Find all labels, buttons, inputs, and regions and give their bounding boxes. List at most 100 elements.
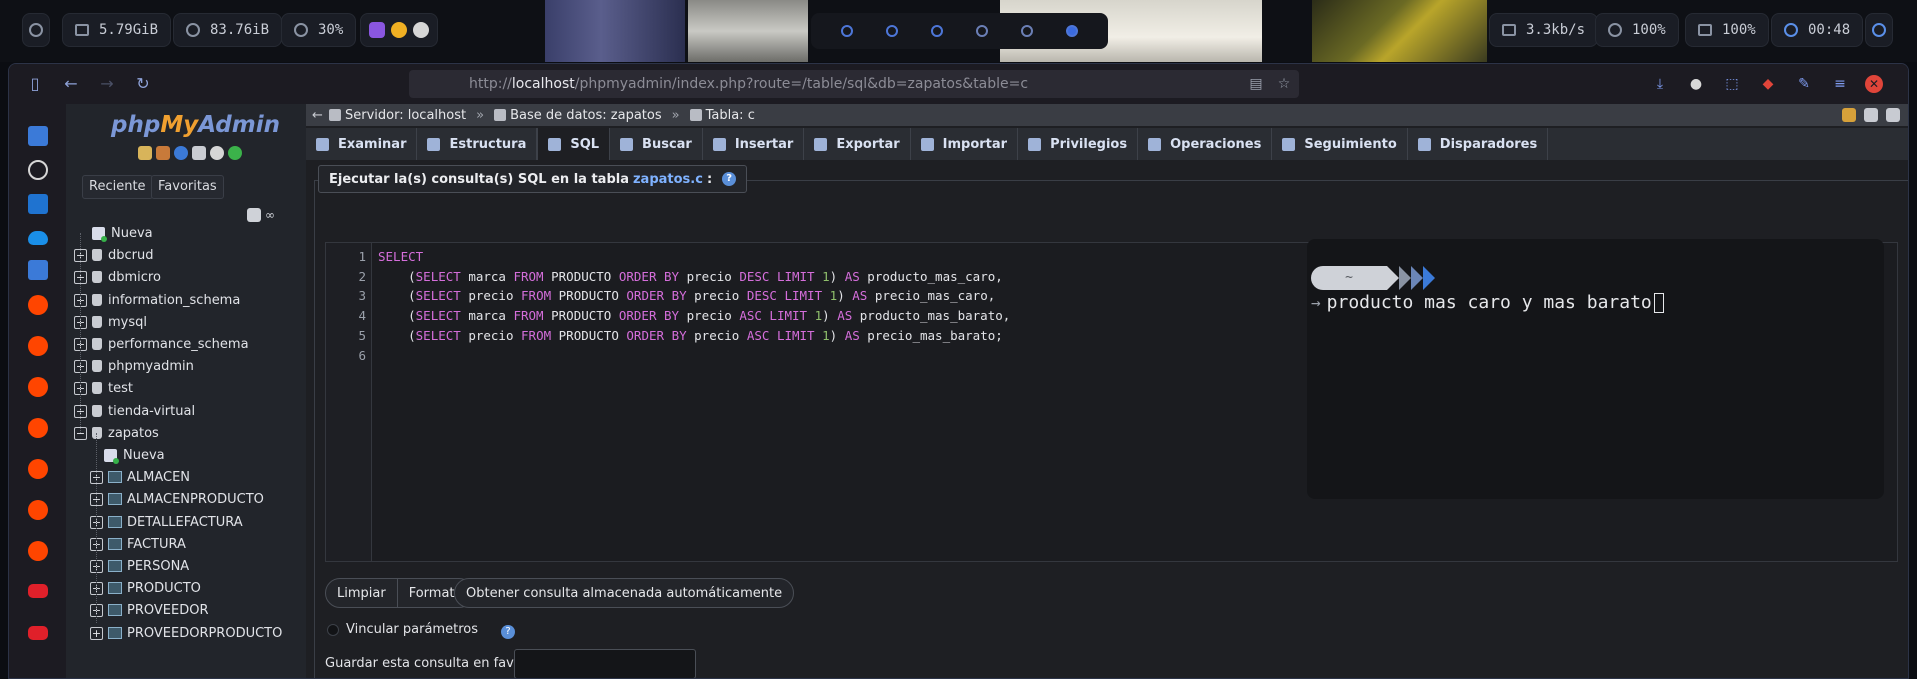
tree-table-item[interactable]: + ALMACEN [90, 467, 190, 487]
clock-widget[interactable]: 00:48 [1771, 13, 1864, 47]
collapse-nav-icon[interactable]: ← [312, 108, 323, 123]
settings-gear-icon[interactable] [1864, 108, 1878, 122]
sql-docs-icon[interactable] [192, 146, 206, 160]
workspace-2[interactable] [886, 25, 899, 37]
url-bar[interactable]: http://localhost/phpmyadmin/index.php?ro… [409, 70, 1299, 98]
extension-icon[interactable]: ● [1687, 75, 1705, 93]
pma-logo[interactable]: phpMyAdmin [111, 112, 280, 138]
bookmark-input[interactable] [514, 649, 696, 678]
terminal-window[interactable]: ~ → producto mas caro y mas barato [1307, 239, 1884, 499]
tab-operaciones[interactable]: Operaciones [1138, 128, 1273, 160]
link-icon[interactable]: ∞ [265, 208, 279, 222]
recent-button[interactable]: Reciente [82, 175, 153, 199]
workspace-5[interactable] [1020, 25, 1033, 37]
breadcrumb-server[interactable]: Servidor: localhost [329, 108, 466, 123]
reddit-icon[interactable] [28, 295, 48, 315]
menu-icon[interactable]: ≡ [1831, 75, 1849, 93]
tree-db-item[interactable]: + phpmyadmin [74, 356, 194, 376]
network-widget[interactable]: 3.3kb/s [1489, 13, 1599, 47]
collapse-icon[interactable] [1886, 108, 1900, 122]
power-button[interactable] [1865, 13, 1893, 47]
tree-table-item[interactable]: + PERSONA [90, 556, 189, 576]
tree-table-item[interactable]: + PROVEEDORPRODUCTO [90, 623, 282, 643]
reddit-icon[interactable] [28, 541, 48, 561]
workspace-3[interactable] [931, 25, 944, 37]
tools-icon[interactable]: ✎ [1795, 75, 1813, 93]
reddit-icon[interactable] [28, 500, 48, 520]
outlook-icon[interactable] [28, 194, 48, 214]
terminal-input-line[interactable]: → producto mas caro y mas barato [1311, 292, 1664, 313]
sidebar-toggle-icon[interactable]: ▯ [25, 74, 45, 94]
youtube-icon[interactable] [28, 626, 48, 640]
get-autosaved-query-button[interactable]: Obtener consulta almacenada automáticame… [454, 578, 795, 608]
tree-table-item[interactable]: + DETALLEFACTURA [90, 512, 243, 532]
reddit-icon[interactable] [28, 418, 48, 438]
home-icon[interactable] [138, 146, 152, 160]
tab-disparadores[interactable]: Disparadores [1408, 128, 1549, 160]
tree-table-item[interactable]: + ALMACENPRODUCTO [90, 489, 264, 509]
tree-new-item[interactable]: Nueva [104, 445, 165, 465]
reddit-icon[interactable] [28, 459, 48, 479]
downloads-icon[interactable]: ⤓ [1651, 75, 1669, 93]
steam-icon[interactable] [413, 22, 429, 38]
disk-widget[interactable]: 83.76iB [173, 13, 283, 47]
legend-table-link[interactable]: zapatos.c [633, 172, 703, 187]
tab-seguimiento[interactable]: Seguimiento [1272, 128, 1408, 160]
favorites-button[interactable]: Favoritas [151, 175, 224, 199]
back-icon[interactable]: ← [61, 74, 81, 94]
ublock-icon[interactable]: ◆ [1759, 75, 1777, 93]
tree-new-item[interactable]: Nueva [74, 223, 153, 243]
lock-icon[interactable] [1842, 108, 1856, 122]
battery-widget[interactable]: 100% [1685, 13, 1769, 47]
volume-widget[interactable]: 100% [1595, 13, 1679, 47]
tab-examinar[interactable]: Examinar [306, 128, 418, 160]
workspace-1[interactable] [841, 25, 854, 37]
clear-button[interactable]: Limpiar [326, 579, 397, 607]
sidebar-app-icon[interactable] [28, 126, 48, 146]
bookmark-star-icon[interactable]: ☆ [1275, 75, 1293, 93]
tree-db-item[interactable]: + test [74, 378, 133, 398]
reddit-icon[interactable] [28, 336, 48, 356]
tray-power-icon[interactable] [391, 22, 407, 38]
tray-app-icon[interactable] [369, 22, 385, 38]
forward-icon[interactable]: → [97, 74, 117, 94]
reddit-icon[interactable] [28, 377, 48, 397]
tree-db-item[interactable]: − zapatos [74, 423, 159, 443]
docs-icon[interactable] [174, 146, 188, 160]
breadcrumb-database[interactable]: Base de datos: zapatos [494, 108, 662, 123]
reload-nav-icon[interactable] [228, 146, 242, 160]
reload-icon[interactable]: ↻ [133, 74, 153, 94]
chatgpt-icon[interactable] [28, 160, 48, 180]
tree-db-item[interactable]: + tienda-virtual [74, 401, 195, 421]
workspace-6-active[interactable] [1065, 25, 1078, 37]
tab-buscar[interactable]: Buscar [610, 128, 703, 160]
tree-table-item[interactable]: + PROVEEDOR [90, 600, 208, 620]
tree-table-item[interactable]: + PRODUCTO [90, 578, 201, 598]
tab-estructura[interactable]: Estructura [417, 128, 538, 160]
sidebar-app-icon[interactable] [28, 260, 48, 280]
expand-icon[interactable]: + [90, 626, 103, 640]
youtube-icon[interactable] [28, 584, 48, 598]
memory-widget[interactable]: 5.79GiB [62, 13, 172, 47]
help-icon[interactable]: ? [501, 625, 515, 639]
launcher-button[interactable] [22, 13, 50, 47]
help-icon[interactable]: ? [722, 172, 737, 186]
tab-insertar[interactable]: Insertar [703, 128, 805, 160]
tree-db-item[interactable]: + information_schema [74, 290, 240, 310]
breadcrumb-table[interactable]: Tabla: c [689, 108, 755, 123]
cpu-widget[interactable]: 30% [281, 13, 357, 47]
reader-mode-icon[interactable]: ▤ [1247, 75, 1265, 93]
tree-db-item[interactable]: + mysql [74, 312, 147, 332]
tab-privilegios[interactable]: Privilegios [1018, 128, 1139, 160]
tree-db-item[interactable]: + performance_schema [74, 334, 249, 354]
settings-gear-icon[interactable] [210, 146, 224, 160]
onedrive-icon[interactable] [28, 231, 48, 245]
tree-db-item[interactable]: + dbcrud [74, 245, 154, 265]
tab-exportar[interactable]: Exportar [804, 128, 911, 160]
close-window-icon[interactable]: ✕ [1865, 75, 1883, 93]
workspace-4[interactable] [975, 25, 988, 37]
tree-db-item[interactable]: + dbmicro [74, 267, 161, 287]
collapse-all-icon[interactable] [247, 208, 261, 222]
tab-importar[interactable]: Importar [911, 128, 1019, 160]
tree-table-item[interactable]: + FACTURA [90, 534, 186, 554]
